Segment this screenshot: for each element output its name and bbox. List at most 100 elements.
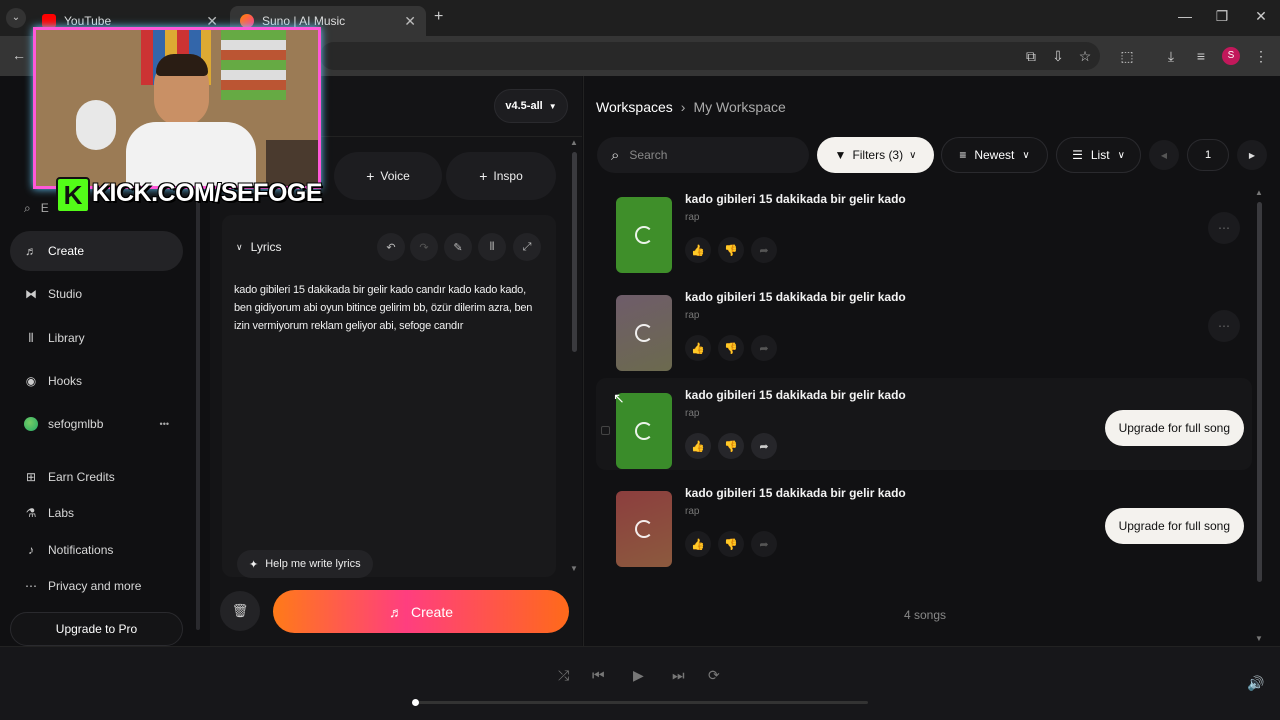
song-cover[interactable]	[616, 197, 672, 273]
sidebar-item-notifications[interactable]: ♪ Notifications	[10, 530, 183, 570]
song-title[interactable]: kado gibileri 15 dakikada bir gelir kado	[685, 290, 906, 304]
upgrade-full-song-button[interactable]: Upgrade for full song	[1104, 508, 1244, 544]
profile-more-icon[interactable]: •••	[160, 419, 169, 429]
library-icon[interactable]: ⫴	[478, 233, 506, 261]
dislike-icon[interactable]: 👎	[718, 237, 744, 263]
play-icon[interactable]: ▶	[633, 667, 644, 684]
minimize-button[interactable]: —	[1175, 8, 1195, 24]
bookmark-star-icon[interactable]: ☆	[1076, 47, 1094, 65]
sidebar-item-earn-credits[interactable]: ⊞ Earn Credits	[10, 457, 183, 497]
sort-dropdown[interactable]: ≡ Newest ∨	[941, 137, 1048, 173]
volume-icon[interactable]: 🔊	[1247, 675, 1264, 692]
youtube-icon	[42, 14, 56, 28]
browser-menu-icon[interactable]: ⋮	[1252, 47, 1270, 65]
sidebar-item-library[interactable]: ⫴ Library	[10, 318, 183, 358]
song-tag[interactable]: rap	[685, 408, 699, 419]
maximize-button[interactable]: ❐	[1212, 8, 1232, 25]
sidebar-item-profile[interactable]: sefogmlbb •••	[10, 404, 183, 444]
dislike-icon[interactable]: 👎	[718, 433, 744, 459]
song-title[interactable]: kado gibileri 15 dakikada bir gelir kado	[685, 388, 906, 402]
profile-avatar[interactable]: S	[1222, 47, 1240, 65]
workspace-scrollbar[interactable]	[1257, 202, 1262, 582]
song-title[interactable]: kado gibileri 15 dakikada bir gelir kado	[685, 192, 906, 206]
share-icon[interactable]: ➦	[751, 237, 777, 263]
lyrics-textarea[interactable]: kado gibileri 15 dakikada bir gelir kado…	[234, 281, 544, 335]
song-more-button[interactable]: ⋯	[1208, 310, 1240, 342]
create-scrollbar[interactable]	[572, 152, 577, 352]
song-title[interactable]: kado gibileri 15 dakikada bir gelir kado	[685, 486, 906, 500]
gift-icon: ⊞	[25, 470, 37, 484]
song-row[interactable]: kado gibileri 15 dakikada bir gelir kado…	[596, 280, 1252, 372]
extensions-icon[interactable]: ⬚	[1118, 47, 1136, 65]
address-input[interactable]	[320, 42, 1100, 70]
filters-button[interactable]: ▼ Filters (3) ∨	[817, 137, 934, 173]
tab-list-button[interactable]: ⌄	[6, 8, 26, 28]
scroll-up-icon[interactable]: ▲	[1255, 188, 1263, 197]
row-checkbox[interactable]	[601, 426, 610, 435]
song-tag[interactable]: rap	[685, 310, 699, 321]
install-icon[interactable]: ⇩	[1049, 47, 1067, 65]
downloads-icon[interactable]: ⤓	[1162, 47, 1180, 65]
sidebar-item-labs[interactable]: ⚗ Labs	[10, 493, 183, 533]
song-more-button[interactable]: ⋯	[1208, 212, 1240, 244]
next-icon[interactable]: ⏭	[672, 667, 685, 684]
playback-progress[interactable]	[412, 699, 868, 706]
create-button[interactable]: ♬ Create	[273, 590, 569, 633]
scroll-down-icon[interactable]: ▼	[570, 564, 578, 573]
help-write-lyrics-button[interactable]: ✦ Help me write lyrics	[237, 550, 373, 578]
dislike-icon[interactable]: 👎	[718, 531, 744, 557]
song-cover[interactable]	[616, 295, 672, 371]
like-icon[interactable]: 👍	[685, 433, 711, 459]
redo-icon[interactable]: ↷	[410, 233, 438, 261]
page-number[interactable]: 1	[1187, 139, 1229, 171]
new-tab-button[interactable]: +	[434, 8, 443, 26]
delete-draft-button[interactable]: 🗑	[220, 591, 260, 631]
sidebar-item-create[interactable]: ♬ Create	[10, 231, 183, 271]
streamer-hair	[156, 54, 208, 76]
repeat-icon[interactable]: ⟳	[708, 667, 720, 684]
song-tag[interactable]: rap	[685, 506, 699, 517]
add-inspo-button[interactable]: + Inspo	[446, 152, 556, 200]
next-page-button[interactable]: ▶	[1237, 140, 1267, 170]
add-voice-button[interactable]: + Voice	[334, 152, 442, 200]
media-icon[interactable]: ≡	[1192, 47, 1210, 65]
model-selector[interactable]: v4.5-all ▼	[494, 89, 568, 123]
lyrics-toggle[interactable]: ∨ Lyrics	[236, 240, 281, 254]
like-icon[interactable]: 👍	[685, 335, 711, 361]
caret-down-icon: ▼	[548, 101, 557, 111]
view-dropdown[interactable]: ☰ List ∨	[1056, 137, 1141, 173]
prev-page-button[interactable]: ◀	[1149, 140, 1179, 170]
share-icon[interactable]: ➦	[751, 433, 777, 459]
song-row[interactable]: kado gibileri 15 dakikada bir gelir kado…	[596, 476, 1252, 568]
upgrade-to-pro-button[interactable]: Upgrade to Pro	[10, 612, 183, 646]
progress-handle[interactable]	[412, 699, 419, 706]
sidebar-item-hooks[interactable]: ◉ Hooks	[10, 361, 183, 401]
scroll-up-icon[interactable]: ▲	[570, 138, 578, 147]
upgrade-full-song-button[interactable]: Upgrade for full song	[1104, 410, 1244, 446]
back-icon[interactable]: ←	[12, 47, 26, 63]
previous-icon[interactable]: ⏮	[592, 667, 605, 684]
expand-icon[interactable]: ⤢	[513, 233, 541, 261]
share-icon[interactable]: ➦	[751, 531, 777, 557]
share-icon[interactable]: ➦	[751, 335, 777, 361]
scroll-down-icon[interactable]: ▼	[1255, 634, 1263, 643]
song-row[interactable]: kado gibileri 15 dakikada bir gelir kado…	[596, 378, 1252, 470]
shuffle-icon[interactable]: ⤮	[558, 667, 569, 684]
undo-icon[interactable]: ↶	[377, 233, 405, 261]
song-cover[interactable]	[616, 491, 672, 567]
close-tab-icon[interactable]: ✕	[404, 13, 416, 30]
avatar-icon	[24, 417, 38, 431]
translate-icon[interactable]: ⧉	[1022, 47, 1040, 65]
song-row[interactable]: kado gibileri 15 dakikada bir gelir kado…	[596, 182, 1252, 274]
workspace-search[interactable]: ⌕ Search	[597, 137, 809, 173]
sidebar-item-studio[interactable]: ⧓ Studio	[10, 274, 183, 314]
like-icon[interactable]: 👍	[685, 237, 711, 263]
sidebar-item-privacy[interactable]: ⋯ Privacy and more	[10, 566, 183, 606]
like-icon[interactable]: 👍	[685, 531, 711, 557]
breadcrumb-workspaces[interactable]: Workspaces	[596, 99, 673, 115]
close-window-button[interactable]: ✕	[1251, 8, 1271, 25]
dislike-icon[interactable]: 👎	[718, 335, 744, 361]
help-label: Help me write lyrics	[265, 558, 361, 570]
song-tag[interactable]: rap	[685, 212, 699, 223]
edit-icon[interactable]: ✎	[444, 233, 472, 261]
